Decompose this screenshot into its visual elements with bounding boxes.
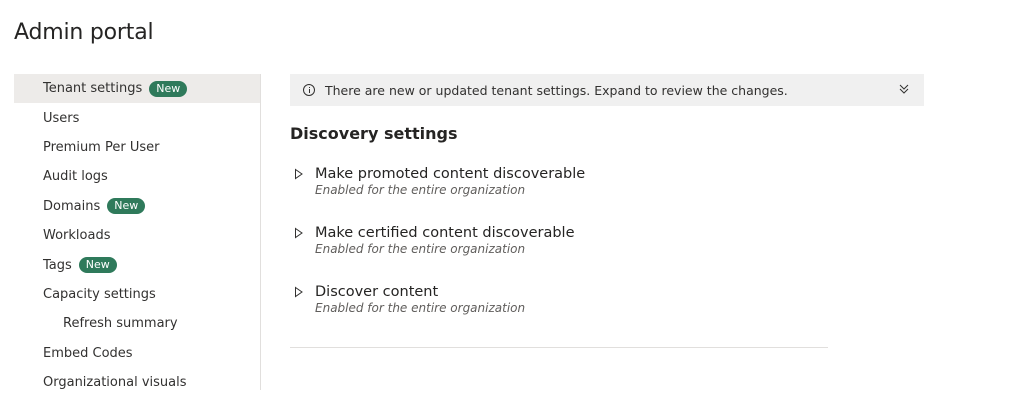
caret-right-icon: [295, 168, 303, 180]
setting-description: Enabled for the entire organization: [315, 301, 526, 315]
sidebar-item-organizational-visuals[interactable]: Organizational visuals: [14, 368, 260, 397]
info-banner: There are new or updated tenant settings…: [290, 74, 924, 106]
caret-right-icon: [295, 227, 303, 239]
new-badge: New: [78, 257, 117, 274]
setting-certified-content: Make certified content discoverable Enab…: [294, 225, 834, 256]
new-badge: New: [107, 198, 146, 215]
setting-name: Make certified content discoverable: [315, 225, 575, 241]
caret-right-icon: [295, 286, 303, 298]
setting-name: Discover content: [315, 284, 439, 300]
setting-expander[interactable]: Make certified content discoverable: [294, 225, 834, 241]
sidebar-item-label: Tenant settings: [43, 81, 143, 97]
setting-name: Make promoted content discoverable: [315, 166, 586, 182]
setting-promoted-content: Make promoted content discoverable Enabl…: [294, 166, 834, 197]
sidebar-item-label: Tags: [43, 257, 72, 273]
sidebar-item-label: Workloads: [43, 228, 111, 244]
sidebar-item-label: Users: [43, 110, 80, 126]
sidebar-item-premium-per-user[interactable]: Premium Per User: [14, 133, 260, 162]
sidebar-item-label: Refresh summary: [63, 316, 178, 332]
sidebar-item-workloads[interactable]: Workloads: [14, 221, 260, 250]
sidebar-item-embed-codes[interactable]: Embed Codes: [14, 339, 260, 368]
setting-expander[interactable]: Discover content: [294, 284, 834, 300]
sidebar-item-label: Capacity settings: [43, 286, 156, 302]
setting-description: Enabled for the entire organization: [315, 242, 526, 256]
sidebar-nav: Tenant settings New Users Premium Per Us…: [14, 74, 261, 390]
info-icon: [303, 84, 315, 96]
banner-text: There are new or updated tenant settings…: [325, 82, 788, 98]
section-divider: [290, 347, 828, 348]
setting-expander[interactable]: Make promoted content discoverable: [294, 166, 834, 182]
sidebar-item-label: Embed Codes: [43, 345, 133, 361]
setting-discover-content: Discover content Enabled for the entire …: [294, 284, 834, 315]
sidebar-item-tenant-settings[interactable]: Tenant settings New: [14, 74, 260, 104]
setting-description: Enabled for the entire organization: [315, 183, 526, 197]
sidebar-item-label: Audit logs: [43, 169, 108, 185]
sidebar-item-refresh-summary[interactable]: Refresh summary: [14, 309, 260, 338]
page-title: Admin portal: [14, 20, 154, 45]
sidebar-item-audit-logs[interactable]: Audit logs: [14, 162, 260, 191]
sidebar-item-users[interactable]: Users: [14, 103, 260, 132]
sidebar-item-label: Domains: [43, 198, 101, 214]
sidebar-item-tags[interactable]: Tags New: [14, 250, 260, 279]
sidebar-item-label: Premium Per User: [43, 139, 160, 155]
sidebar-item-label: Organizational visuals: [43, 375, 187, 391]
section-heading: Discovery settings: [290, 124, 458, 143]
new-badge: New: [149, 80, 188, 97]
sidebar-item-domains[interactable]: Domains New: [14, 192, 260, 221]
chevron-double-down-icon[interactable]: [898, 82, 910, 96]
sidebar-item-capacity-settings[interactable]: Capacity settings: [14, 280, 260, 309]
